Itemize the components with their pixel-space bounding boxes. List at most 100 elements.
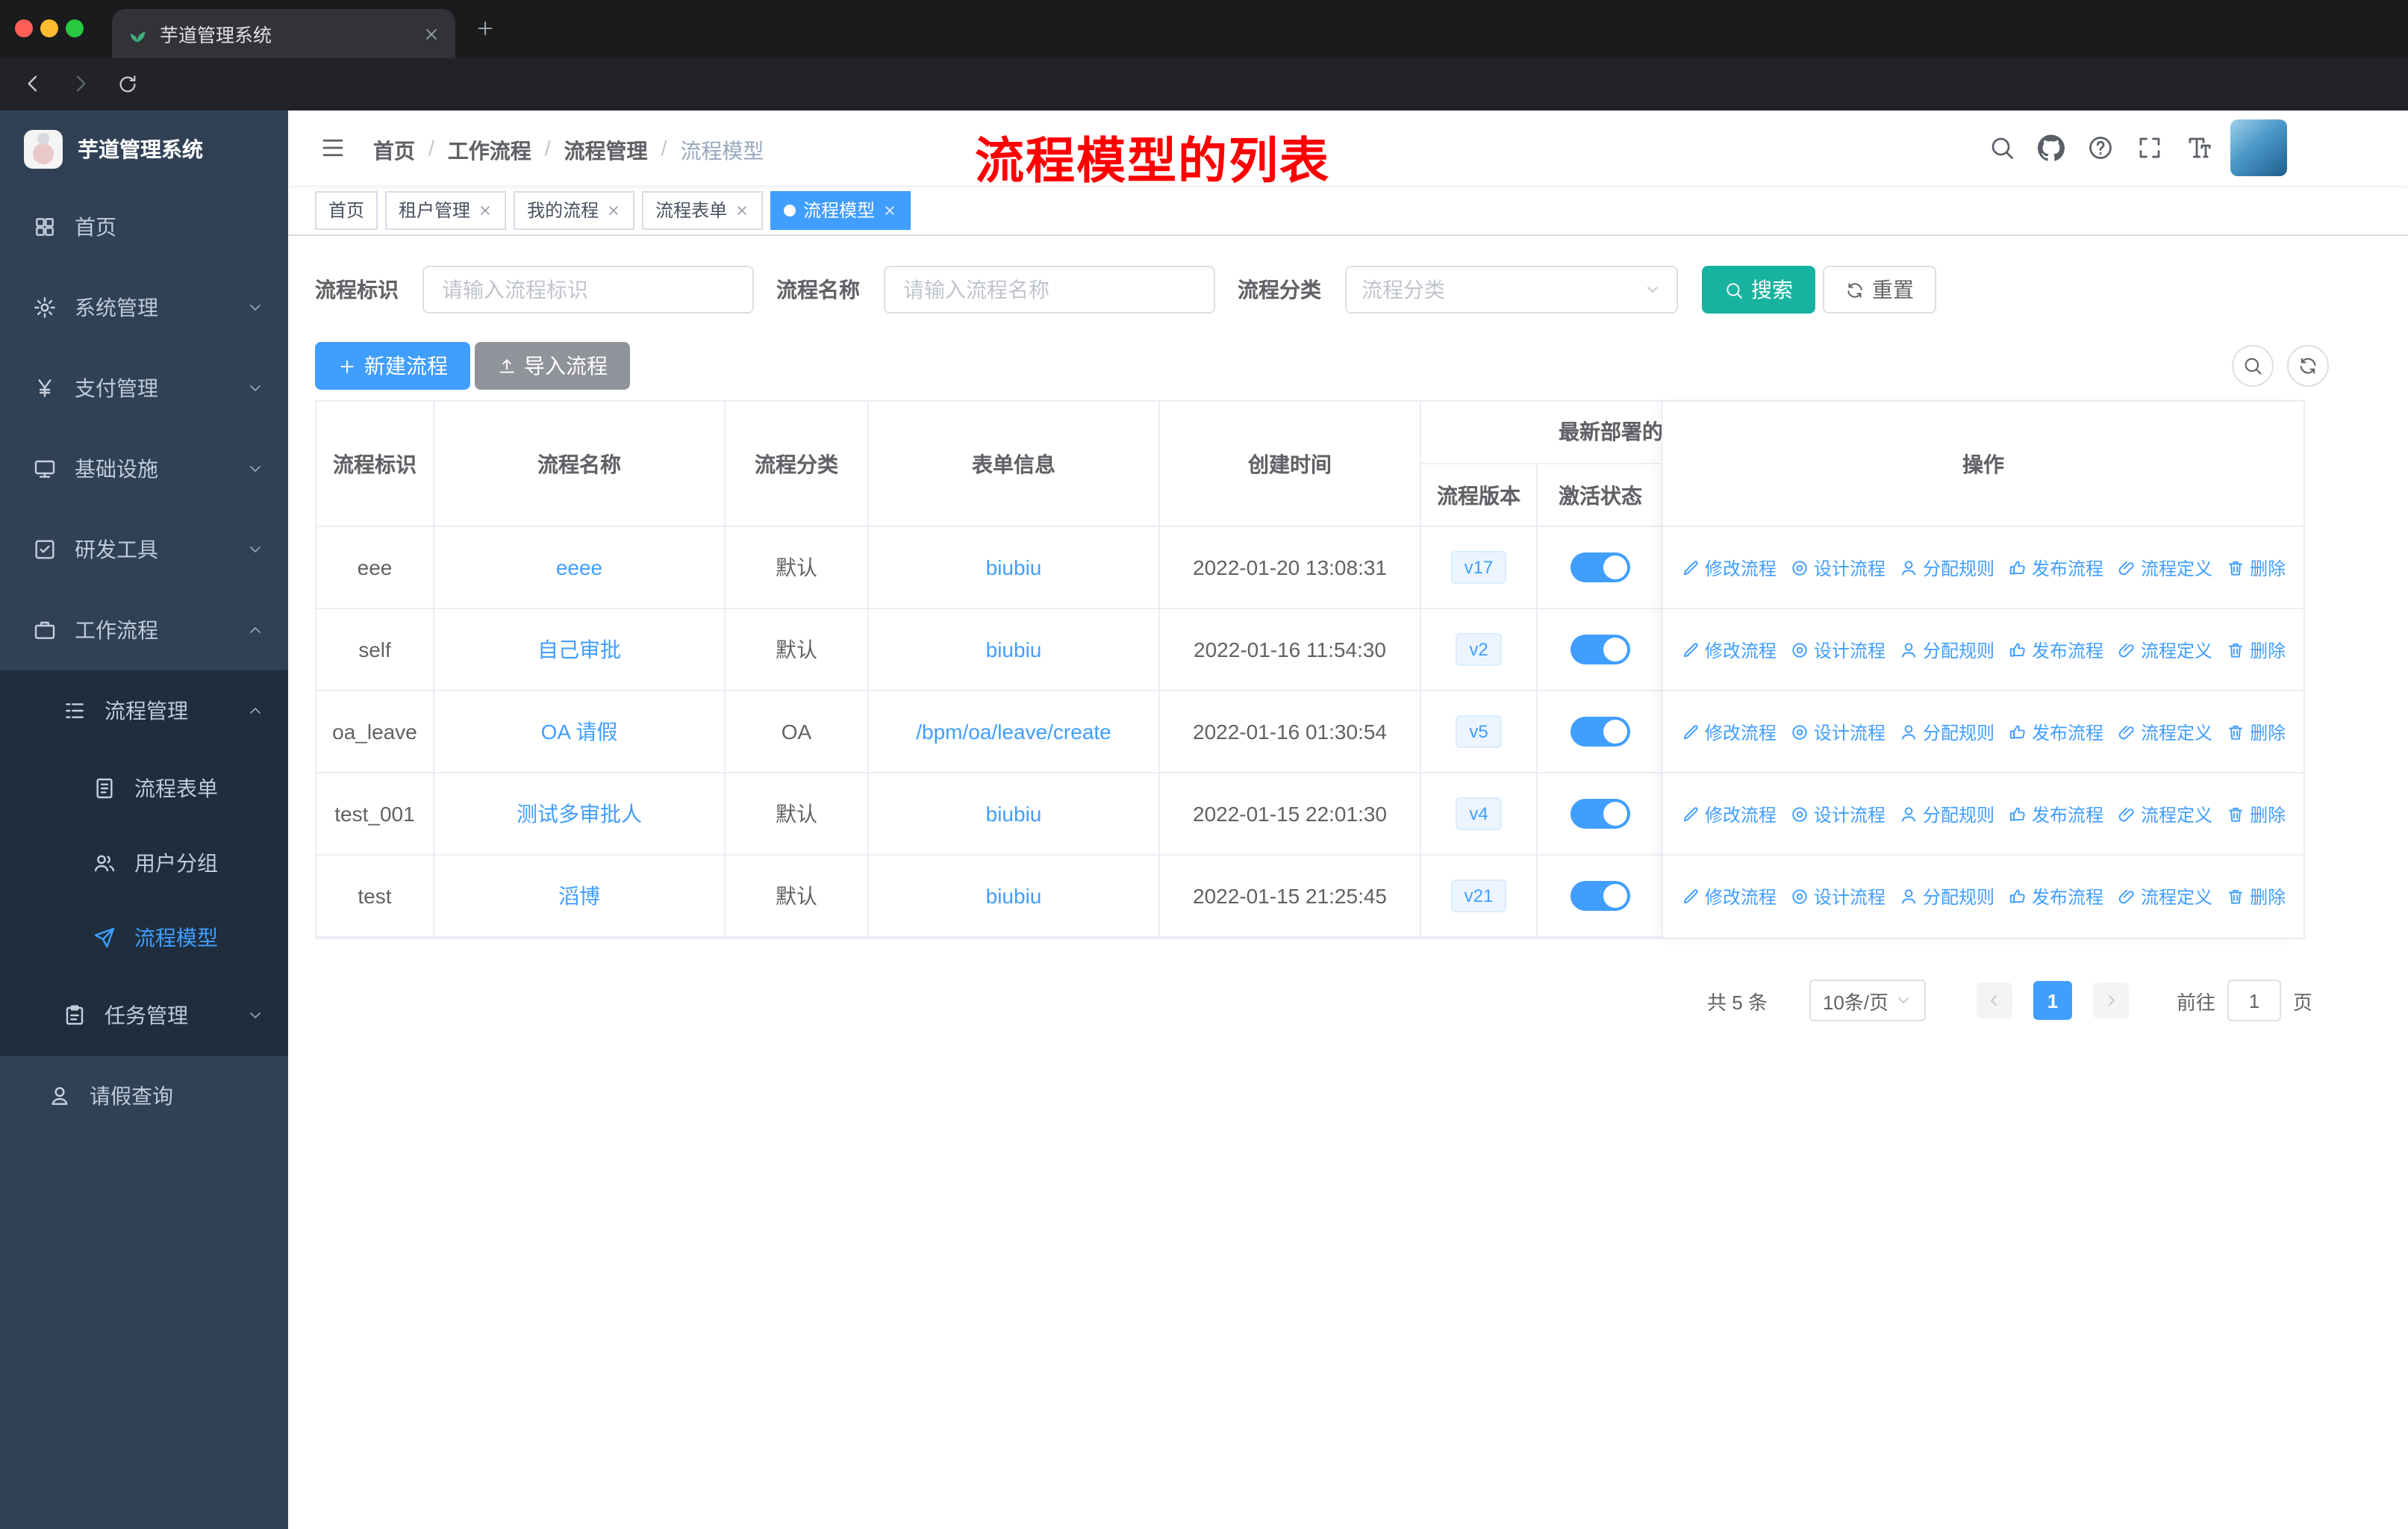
- process-category-select[interactable]: 流程分类: [1345, 266, 1678, 314]
- publish-process-link[interactable]: 发布流程: [2008, 801, 2103, 826]
- sidebar-item-workflow[interactable]: 工作流程: [0, 590, 288, 670]
- import-process-button[interactable]: 导入流程: [475, 342, 630, 390]
- assign-rule-link[interactable]: 分配规则: [1899, 555, 1994, 580]
- publish-process-link[interactable]: 发布流程: [2008, 637, 2103, 662]
- modify-process-link[interactable]: 修改流程: [1681, 637, 1777, 662]
- sidebar-item-process-management[interactable]: 流程管理: [0, 670, 288, 751]
- close-icon[interactable]: [478, 202, 493, 217]
- process-name-link[interactable]: 测试多审批人: [517, 799, 642, 829]
- breadcrumb-home[interactable]: 首页: [373, 136, 415, 166]
- reload-icon[interactable]: [116, 73, 139, 96]
- version-badge[interactable]: v5: [1456, 715, 1502, 748]
- process-name-link[interactable]: eeee: [556, 555, 602, 579]
- modify-process-link[interactable]: 修改流程: [1681, 801, 1777, 826]
- modify-process-link[interactable]: 修改流程: [1681, 884, 1777, 909]
- search-icon[interactable]: [1989, 134, 2015, 161]
- delete-link[interactable]: 删除: [2226, 719, 2286, 744]
- font-size-icon[interactable]: [2186, 134, 2212, 161]
- delete-link[interactable]: 删除: [2226, 801, 2286, 826]
- browser-tab[interactable]: 芋道管理系统: [112, 9, 455, 58]
- process-definition-link[interactable]: 流程定义: [2117, 719, 2212, 744]
- toggle-search-button[interactable]: [2232, 345, 2274, 387]
- process-name-link[interactable]: 滔博: [558, 881, 600, 911]
- form-info-link[interactable]: biubiu: [986, 555, 1042, 579]
- tag-home[interactable]: 首页: [315, 190, 378, 229]
- reset-button[interactable]: 重置: [1823, 266, 1936, 314]
- delete-link[interactable]: 删除: [2226, 884, 2286, 909]
- sidebar-item-devtools[interactable]: 研发工具: [0, 509, 288, 590]
- tag-tenant[interactable]: 租户管理: [385, 190, 507, 229]
- prev-page-button[interactable]: [1976, 983, 2012, 1018]
- close-icon[interactable]: [606, 202, 621, 217]
- next-page-button[interactable]: [2092, 983, 2129, 1018]
- sidebar-item-infrastructure[interactable]: 基础设施: [0, 429, 288, 509]
- process-definition-link[interactable]: 流程定义: [2117, 884, 2212, 909]
- publish-process-link[interactable]: 发布流程: [2008, 555, 2103, 580]
- active-toggle[interactable]: [1570, 799, 1630, 829]
- close-icon[interactable]: [734, 202, 749, 217]
- design-process-link[interactable]: 设计流程: [1790, 801, 1885, 826]
- page-size-select[interactable]: 10条/页: [1809, 980, 1926, 1021]
- sidebar-item-leave-query[interactable]: 请假查询: [0, 1056, 288, 1136]
- sidebar-item-home[interactable]: 首页: [0, 187, 288, 267]
- sidebar-item-system[interactable]: 系统管理: [0, 267, 288, 348]
- process-name-link[interactable]: 自己审批: [537, 635, 621, 664]
- active-toggle[interactable]: [1570, 717, 1630, 747]
- process-definition-link[interactable]: 流程定义: [2117, 555, 2212, 580]
- process-name-input[interactable]: [884, 266, 1215, 314]
- page-number-button[interactable]: 1: [2033, 981, 2072, 1020]
- active-toggle[interactable]: [1570, 635, 1630, 664]
- window-close-button[interactable]: [15, 19, 33, 37]
- sidebar-item-user-group[interactable]: 用户分组: [0, 826, 288, 900]
- sidebar-item-process-model[interactable]: 流程模型: [0, 900, 288, 975]
- user-avatar[interactable]: [2230, 119, 2287, 176]
- form-info-link[interactable]: biubiu: [986, 802, 1042, 826]
- sidebar-item-process-form[interactable]: 流程表单: [0, 751, 288, 826]
- sidebar-logo[interactable]: 芋道管理系统: [0, 110, 288, 187]
- fullscreen-icon[interactable]: [2136, 134, 2163, 161]
- close-icon[interactable]: [882, 202, 897, 217]
- form-info-link[interactable]: /bpm/oa/leave/create: [916, 720, 1111, 744]
- version-badge[interactable]: v4: [1456, 797, 1502, 830]
- active-toggle[interactable]: [1570, 881, 1630, 911]
- modify-process-link[interactable]: 修改流程: [1681, 555, 1777, 580]
- design-process-link[interactable]: 设计流程: [1790, 555, 1885, 580]
- form-info-link[interactable]: biubiu: [986, 638, 1042, 661]
- sidebar-item-task-management[interactable]: 任务管理: [0, 975, 288, 1056]
- delete-link[interactable]: 删除: [2226, 637, 2286, 662]
- version-badge[interactable]: v21: [1450, 879, 1507, 912]
- forward-icon[interactable]: [69, 72, 93, 96]
- design-process-link[interactable]: 设计流程: [1790, 719, 1885, 744]
- refresh-table-button[interactable]: [2287, 345, 2329, 387]
- back-icon[interactable]: [21, 72, 45, 96]
- assign-rule-link[interactable]: 分配规则: [1899, 719, 1994, 744]
- assign-rule-link[interactable]: 分配规则: [1899, 801, 1994, 826]
- window-zoom-button[interactable]: [66, 19, 84, 37]
- sidebar-item-payment[interactable]: 支付管理: [0, 348, 288, 429]
- modify-process-link[interactable]: 修改流程: [1681, 719, 1777, 744]
- window-minimize-button[interactable]: [40, 19, 58, 37]
- design-process-link[interactable]: 设计流程: [1790, 637, 1885, 662]
- help-icon[interactable]: [2087, 134, 2114, 161]
- tag-my-process[interactable]: 我的流程: [514, 190, 635, 229]
- breadcrumb-process-management[interactable]: 流程管理: [564, 136, 648, 166]
- publish-process-link[interactable]: 发布流程: [2008, 719, 2103, 744]
- tag-process-form[interactable]: 流程表单: [642, 190, 764, 229]
- github-icon[interactable]: [2038, 134, 2065, 161]
- version-badge[interactable]: v17: [1450, 551, 1507, 584]
- form-info-link[interactable]: biubiu: [986, 884, 1042, 908]
- search-button[interactable]: 搜索: [1702, 266, 1815, 314]
- new-tab-button[interactable]: [475, 18, 496, 39]
- process-definition-link[interactable]: 流程定义: [2117, 801, 2212, 826]
- design-process-link[interactable]: 设计流程: [1790, 884, 1885, 909]
- hamburger-icon[interactable]: [319, 134, 346, 161]
- process-name-link[interactable]: OA 请假: [541, 717, 618, 747]
- goto-page-input[interactable]: [2227, 980, 2281, 1021]
- version-badge[interactable]: v2: [1456, 633, 1502, 666]
- process-id-input[interactable]: [422, 266, 754, 314]
- tag-process-model[interactable]: 流程模型: [770, 190, 911, 229]
- create-process-button[interactable]: 新建流程: [315, 342, 470, 390]
- breadcrumb-workflow[interactable]: 工作流程: [448, 136, 531, 166]
- publish-process-link[interactable]: 发布流程: [2008, 884, 2103, 909]
- assign-rule-link[interactable]: 分配规则: [1899, 884, 1994, 909]
